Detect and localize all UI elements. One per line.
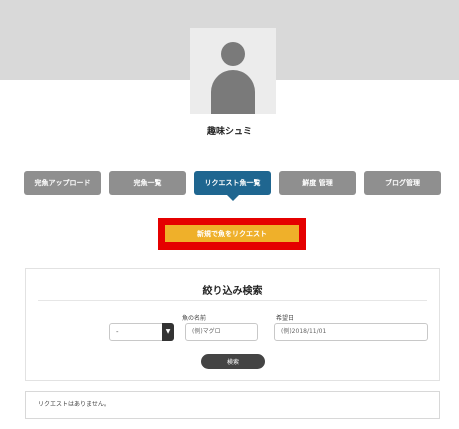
category-select[interactable]: - ▼ [109, 323, 174, 341]
date-input[interactable]: (例)2018/11/01 [274, 323, 428, 341]
filter-title: 絞り込み検索 [202, 286, 263, 297]
tab-bar: 完魚アップロード 完魚一覧 リクエスト魚一覧 鮮度 管理 ブログ管理 [0, 171, 459, 201]
date-label: 希望日 [276, 315, 295, 322]
filter-divider [38, 300, 427, 301]
chevron-down-icon[interactable]: ▼ [162, 323, 174, 341]
fish-name-input[interactable]: (例)マグロ [185, 323, 258, 341]
tab-blog-management[interactable]: ブログ管理 [364, 171, 441, 195]
category-select-value: - [116, 328, 119, 336]
tab-fish-upload[interactable]: 完魚アップロード [24, 171, 101, 195]
new-request-button[interactable]: 新規で魚をリクエスト [165, 225, 299, 242]
filter-panel: 絞り込み検索 魚の名前 希望日 - ▼ (例)マグロ (例)2018/11/01… [25, 268, 440, 381]
tab-request-list[interactable]: リクエスト魚一覧 [194, 171, 271, 201]
tab-freshness[interactable]: 鮮度 管理 [279, 171, 356, 195]
avatar-head-icon [221, 42, 245, 66]
avatar-body-icon [211, 70, 255, 114]
tab-fish-list[interactable]: 完魚一覧 [109, 171, 186, 195]
profile-username: 趣味シュミ [206, 127, 252, 137]
empty-results-message: リクエストはありません。 [25, 391, 440, 419]
avatar [190, 28, 276, 114]
fish-name-label: 魚の名前 [182, 315, 207, 322]
search-button[interactable]: 検索 [201, 354, 265, 369]
